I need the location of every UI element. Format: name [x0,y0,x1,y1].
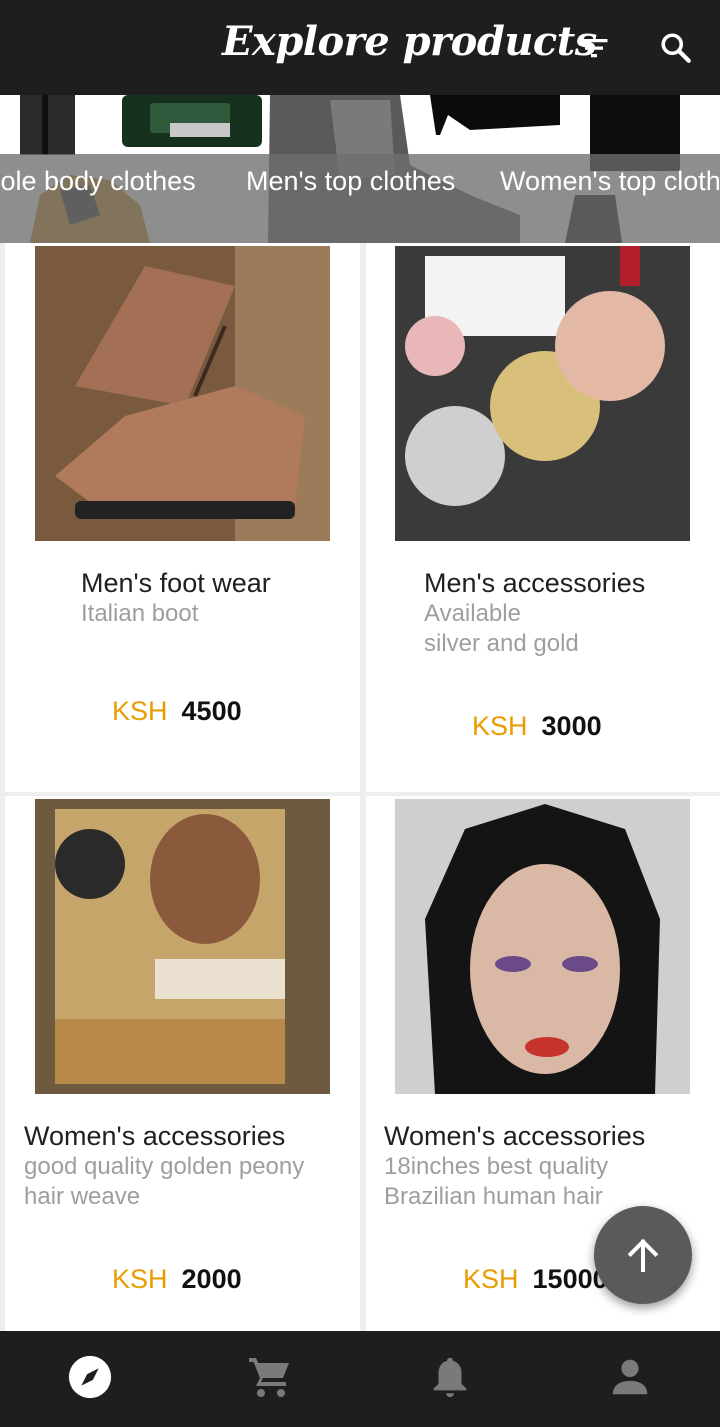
nav-profile[interactable] [600,1347,660,1407]
app-bar: Explore products [0,0,720,95]
category-chip-mens-top[interactable]: Men's top clothes [246,166,455,197]
price-amount: 3000 [541,711,602,741]
product-card[interactable]: Men's foot wear Italian boot KSH 4500 [5,243,360,792]
price-currency: KSH [112,696,168,726]
price-amount: 4500 [181,696,242,726]
category-tabs: Whole body clothes Men's top clothes Wom… [0,154,720,243]
scroll-to-top-button[interactable] [594,1206,692,1304]
search-icon [661,33,691,63]
product-name: Women's accessories [24,1121,286,1151]
product-card[interactable]: Women's accessories good quality golden … [5,796,360,1331]
category-chip-womens-top[interactable]: Women's top clothes [500,166,720,197]
filter-list-icon [580,39,608,58]
bottom-navigation [0,1331,720,1427]
arrow-up-icon [627,1238,659,1272]
description-line: silver and gold [424,630,579,657]
category-chip-whole-body[interactable]: Whole body clothes [0,166,196,197]
bell-icon [433,1357,467,1398]
price-row: KSH 2000 [112,1264,242,1295]
description-line: hair weave [24,1183,141,1210]
product-image-watches [395,246,690,541]
category-strip[interactable]: Whole body clothes Men's top clothes Wom… [0,95,720,243]
product-image-wig [395,799,690,1094]
product-description: Italian boot [81,599,198,629]
nav-notifications[interactable] [420,1347,480,1407]
nav-cart[interactable] [240,1347,300,1407]
product-grid: Men's foot wear Italian boot KSH 4500 Men… [0,243,720,1331]
search-button[interactable] [654,26,698,70]
description-line: 18inches best quality [384,1153,609,1180]
price-amount: 2000 [181,1264,242,1294]
person-icon [612,1359,648,1395]
product-image-hair-weave [35,799,330,1094]
compass-icon [68,1355,112,1399]
cart-icon [249,1358,289,1397]
description-line: Italian boot [81,600,199,627]
product-description: Available silver and gold [424,599,579,659]
description-line: Available [424,600,521,627]
page-title: Explore products [222,18,597,65]
price-currency: KSH [463,1264,519,1294]
product-name: Men's accessories [424,568,646,598]
product-description: 18inches best quality Brazilian human ha… [384,1152,608,1212]
product-card[interactable]: Men's accessories Available silver and g… [366,243,720,792]
product-name: Men's foot wear [81,568,271,598]
price-currency: KSH [472,711,528,741]
price-currency: KSH [112,1264,168,1294]
description-line: Brazilian human hair [384,1183,603,1210]
product-name: Women's accessories [384,1121,646,1151]
nav-explore[interactable] [60,1347,120,1407]
price-row: KSH 4500 [112,696,242,727]
description-line: good quality golden peony [24,1153,305,1180]
filter-button[interactable] [572,26,616,70]
price-row: KSH 15000 [463,1264,608,1295]
price-row: KSH 3000 [472,711,602,742]
product-image-boots [35,246,330,541]
product-description: good quality golden peony hair weave [24,1152,304,1212]
